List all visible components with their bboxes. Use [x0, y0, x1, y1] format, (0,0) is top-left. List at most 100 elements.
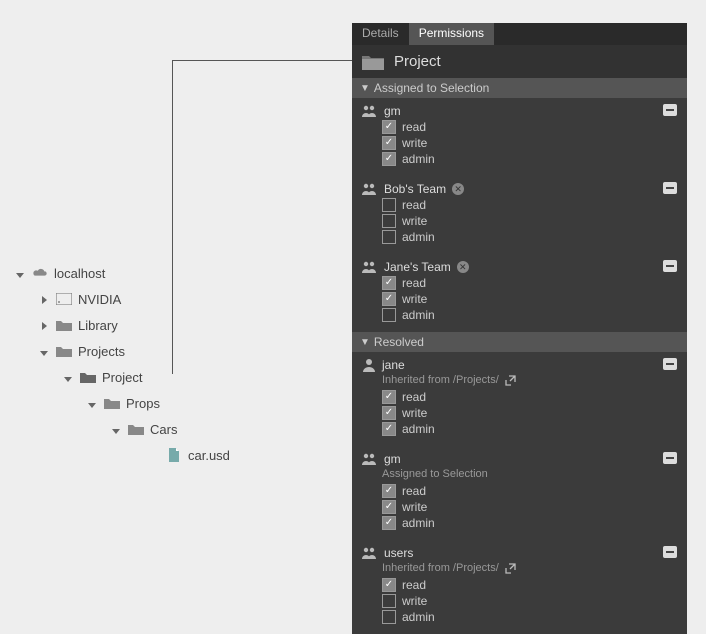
drive-icon — [56, 291, 72, 307]
group-icon — [362, 547, 378, 559]
expand-icon[interactable] — [110, 422, 122, 437]
perm-label: read — [402, 578, 426, 592]
perm-label: admin — [402, 516, 435, 530]
expand-icon[interactable] — [62, 370, 74, 385]
tree-label: Props — [126, 396, 160, 411]
perm-label: read — [402, 390, 426, 404]
group-icon — [362, 453, 378, 465]
checkbox-write[interactable] — [382, 594, 396, 608]
perm-row: admin — [382, 610, 677, 624]
section-label: Resolved — [374, 335, 424, 349]
tab-details[interactable]: Details — [352, 23, 409, 45]
tree-label: Projects — [78, 344, 125, 359]
perm-row: write — [382, 292, 677, 306]
expand-icon[interactable] — [38, 344, 50, 359]
permissions-panel: Details Permissions Project ▼ Assigned t… — [352, 23, 687, 634]
tree-file[interactable]: car.usd — [14, 442, 230, 468]
remove-button[interactable]: ✕ — [452, 183, 464, 195]
checkbox-write[interactable] — [382, 406, 396, 420]
group-icon — [362, 105, 378, 117]
external-link-icon[interactable] — [505, 563, 516, 574]
perm-label: read — [402, 120, 426, 134]
permission-group: gmAssigned to Selectionreadwriteadmin — [352, 446, 687, 540]
section-resolved[interactable]: ▼ Resolved — [352, 332, 687, 352]
collapse-button[interactable] — [663, 546, 677, 558]
collapse-button[interactable] — [663, 104, 677, 116]
expand-icon[interactable] — [14, 266, 26, 281]
tree-label: NVIDIA — [78, 292, 121, 307]
perm-row: admin — [382, 230, 677, 244]
perm-row: read — [382, 120, 677, 134]
checkbox-write[interactable] — [382, 136, 396, 150]
external-link-icon[interactable] — [505, 375, 516, 386]
tab-permissions[interactable]: Permissions — [409, 23, 494, 45]
group-name: jane — [382, 358, 405, 372]
group-subtitle: Inherited from /Projects/ — [382, 374, 677, 386]
group-icon — [362, 183, 378, 195]
perm-label: write — [402, 136, 427, 150]
permission-group: gmreadwriteadmin — [352, 98, 687, 176]
tree-label: car.usd — [188, 448, 230, 463]
permission-group: Jane's Team✕readwriteadmin — [352, 254, 687, 332]
checkbox-write[interactable] — [382, 214, 396, 228]
expand-icon[interactable] — [86, 396, 98, 411]
perm-row: write — [382, 214, 677, 228]
group-subtitle: Assigned to Selection — [382, 468, 677, 480]
panel-header: Project — [352, 45, 687, 78]
perm-row: admin — [382, 422, 677, 436]
checkbox-admin[interactable] — [382, 152, 396, 166]
perm-row: read — [382, 276, 677, 290]
perm-row: read — [382, 198, 677, 212]
group-subtitle: Inherited from /Projects/ — [382, 562, 677, 574]
chevron-down-icon: ▼ — [360, 337, 370, 348]
tree-label: Cars — [150, 422, 177, 437]
perm-row: admin — [382, 308, 677, 322]
perm-row: write — [382, 406, 677, 420]
collapse-button[interactable] — [663, 452, 677, 464]
perm-row: read — [382, 578, 677, 592]
perm-row: admin — [382, 152, 677, 166]
group-icon — [362, 261, 378, 273]
tab-bar: Details Permissions — [352, 23, 687, 45]
folder-icon — [128, 421, 144, 437]
section-assigned[interactable]: ▼ Assigned to Selection — [352, 78, 687, 98]
section-label: Assigned to Selection — [374, 81, 489, 95]
perm-row: read — [382, 484, 677, 498]
perm-label: read — [402, 484, 426, 498]
perm-label: admin — [402, 422, 435, 436]
perm-label: write — [402, 594, 427, 608]
checkbox-read[interactable] — [382, 578, 396, 592]
checkbox-admin[interactable] — [382, 516, 396, 530]
checkbox-read[interactable] — [382, 198, 396, 212]
perm-row: admin — [382, 516, 677, 530]
checkbox-admin[interactable] — [382, 230, 396, 244]
perm-label: write — [402, 406, 427, 420]
perm-label: write — [402, 500, 427, 514]
remove-button[interactable]: ✕ — [457, 261, 469, 273]
checkbox-admin[interactable] — [382, 308, 396, 322]
checkbox-admin[interactable] — [382, 610, 396, 624]
perm-label: write — [402, 292, 427, 306]
connector-line — [172, 60, 353, 374]
perm-label: read — [402, 276, 426, 290]
expand-icon[interactable] — [38, 318, 50, 333]
panel-title: Project — [394, 53, 441, 70]
checkbox-read[interactable] — [382, 484, 396, 498]
collapse-button[interactable] — [663, 260, 677, 272]
cloud-icon — [32, 265, 48, 281]
chevron-down-icon: ▼ — [360, 83, 370, 94]
collapse-button[interactable] — [663, 358, 677, 370]
tree-item[interactable]: Props — [14, 390, 230, 416]
perm-row: read — [382, 390, 677, 404]
checkbox-write[interactable] — [382, 292, 396, 306]
perm-label: admin — [402, 308, 435, 322]
checkbox-write[interactable] — [382, 500, 396, 514]
checkbox-read[interactable] — [382, 276, 396, 290]
tree-item[interactable]: Cars — [14, 416, 230, 442]
folder-icon — [80, 369, 96, 385]
checkbox-read[interactable] — [382, 120, 396, 134]
checkbox-admin[interactable] — [382, 422, 396, 436]
checkbox-read[interactable] — [382, 390, 396, 404]
expand-icon[interactable] — [38, 292, 50, 307]
collapse-button[interactable] — [663, 182, 677, 194]
